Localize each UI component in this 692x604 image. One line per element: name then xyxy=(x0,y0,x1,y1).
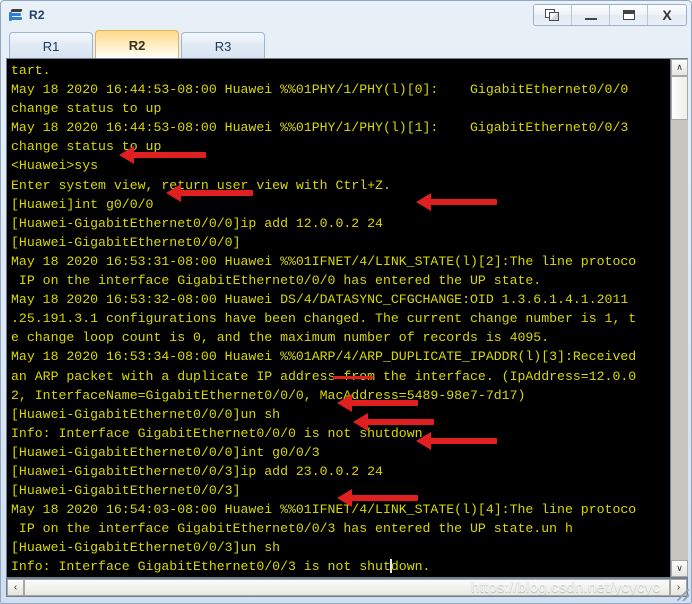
resize-grip[interactable] xyxy=(677,589,689,601)
terminal-line: [Huawei-GigabitEthernet0/0/3] xyxy=(11,483,241,499)
cascade-button[interactable] xyxy=(534,5,572,25)
terminal-lines: tart. May 18 2020 16:44:53-08:00 Huawei %… xyxy=(11,61,670,577)
tab-r1-label: R1 xyxy=(42,38,60,54)
text-cursor xyxy=(390,559,392,573)
terminal-line: May 18 2020 16:44:53-08:00 Huawei %%01PH… xyxy=(11,120,629,136)
vertical-scrollbar-thumb[interactable] xyxy=(671,76,688,120)
terminal-line: [Huawei]int g0/0/0 xyxy=(11,196,154,212)
cascade-icon xyxy=(545,8,560,22)
terminal-line: May 18 2020 16:54:03-08:00 Huawei %%01IF… xyxy=(11,502,637,518)
terminal-line: Enter system view, return user view with… xyxy=(11,177,391,193)
terminal-line: <Huawei>sys xyxy=(11,158,99,174)
terminal-line: Info: Interface GigabitEthernet0/0/3 is … xyxy=(11,559,431,575)
close-button[interactable]: X xyxy=(648,5,686,25)
minimize-button[interactable] xyxy=(572,5,610,25)
chevron-up-icon: ∧ xyxy=(676,62,683,72)
chevron-down-icon: ∨ xyxy=(676,563,683,573)
title-bar-left: R2 xyxy=(1,7,45,23)
terminal-area: tart. May 18 2020 16:44:53-08:00 Huawei %… xyxy=(6,58,688,578)
terminal-line: Info: Interface GigabitEthernet0/0/0 is … xyxy=(11,425,431,441)
terminal-line: IP on the interface GigabitEthernet0/0/0… xyxy=(11,273,542,289)
maximize-icon xyxy=(622,10,635,20)
tab-r2[interactable]: R2 xyxy=(95,30,179,59)
terminal-line: May 18 2020 16:44:53-08:00 Huawei %%01PH… xyxy=(11,82,629,98)
terminal-line: [Huawei-GigabitEthernet0/0/0]ip add 12.0… xyxy=(11,215,383,231)
terminal-line: 2, InterfaceName=GigabitEthernet0/0/0, M… xyxy=(11,387,526,403)
terminal-line: e change loop count is 0, and the maximu… xyxy=(11,330,550,346)
tab-r3[interactable]: R3 xyxy=(181,32,265,59)
router-icon xyxy=(8,7,24,23)
terminal-line: change status to up xyxy=(11,139,162,155)
mac-address-underline xyxy=(333,376,373,379)
window-controls: X xyxy=(533,4,687,26)
terminal-line: [Huawei-GigabitEthernet0/0/0]un sh xyxy=(11,406,281,422)
scroll-left-button[interactable]: ‹ xyxy=(7,579,24,596)
terminal-line: [Huawei-GigabitEthernet0/0/0] xyxy=(11,234,241,250)
terminal-window: R2 X R1 R2 R3 tart. May 18 2020 16:44:53… xyxy=(0,0,692,604)
chevron-left-icon: ‹ xyxy=(13,582,18,593)
window-title: R2 xyxy=(29,8,45,22)
close-icon: X xyxy=(662,7,672,23)
terminal-line: [Huawei-GigabitEthernet0/0/3]ip add 23.0… xyxy=(11,463,383,479)
scroll-up-button[interactable]: ∧ xyxy=(671,59,688,76)
watermark: https://blog.csdn.net/ycycyc xyxy=(471,579,661,596)
scroll-down-button[interactable]: ∨ xyxy=(671,560,688,577)
vertical-scrollbar-track[interactable] xyxy=(671,120,688,560)
tab-strip: R1 R2 R3 xyxy=(1,29,692,59)
terminal-line: May 18 2020 16:53:34-08:00 Huawei %%01AR… xyxy=(11,349,637,365)
terminal-line: [Huawei-GigabitEthernet0/0/0]int g0/0/3 xyxy=(11,444,320,460)
tab-r3-label: R3 xyxy=(214,38,232,54)
tab-r1[interactable]: R1 xyxy=(9,32,93,59)
terminal-output[interactable]: tart. May 18 2020 16:44:53-08:00 Huawei %… xyxy=(7,59,670,577)
terminal-line: May 18 2020 16:53:31-08:00 Huawei %%01IF… xyxy=(11,253,637,269)
vertical-scrollbar[interactable]: ∧ ∨ xyxy=(670,59,688,577)
minimize-icon xyxy=(584,17,597,20)
tab-r2-label: R2 xyxy=(128,37,146,53)
terminal-line: May 18 2020 16:53:32-08:00 Huawei DS/4/D… xyxy=(11,292,629,308)
terminal-line: tart. xyxy=(11,63,51,78)
terminal-line: IP on the interface GigabitEthernet0/0/3… xyxy=(11,521,573,537)
title-bar[interactable]: R2 X xyxy=(1,1,692,29)
terminal-line: change status to up xyxy=(11,101,162,117)
terminal-line: .25.191.3.1 configurations have been cha… xyxy=(11,311,637,327)
maximize-button[interactable] xyxy=(610,5,648,25)
terminal-line: [Huawei-GigabitEthernet0/0/3]un sh xyxy=(11,540,281,556)
